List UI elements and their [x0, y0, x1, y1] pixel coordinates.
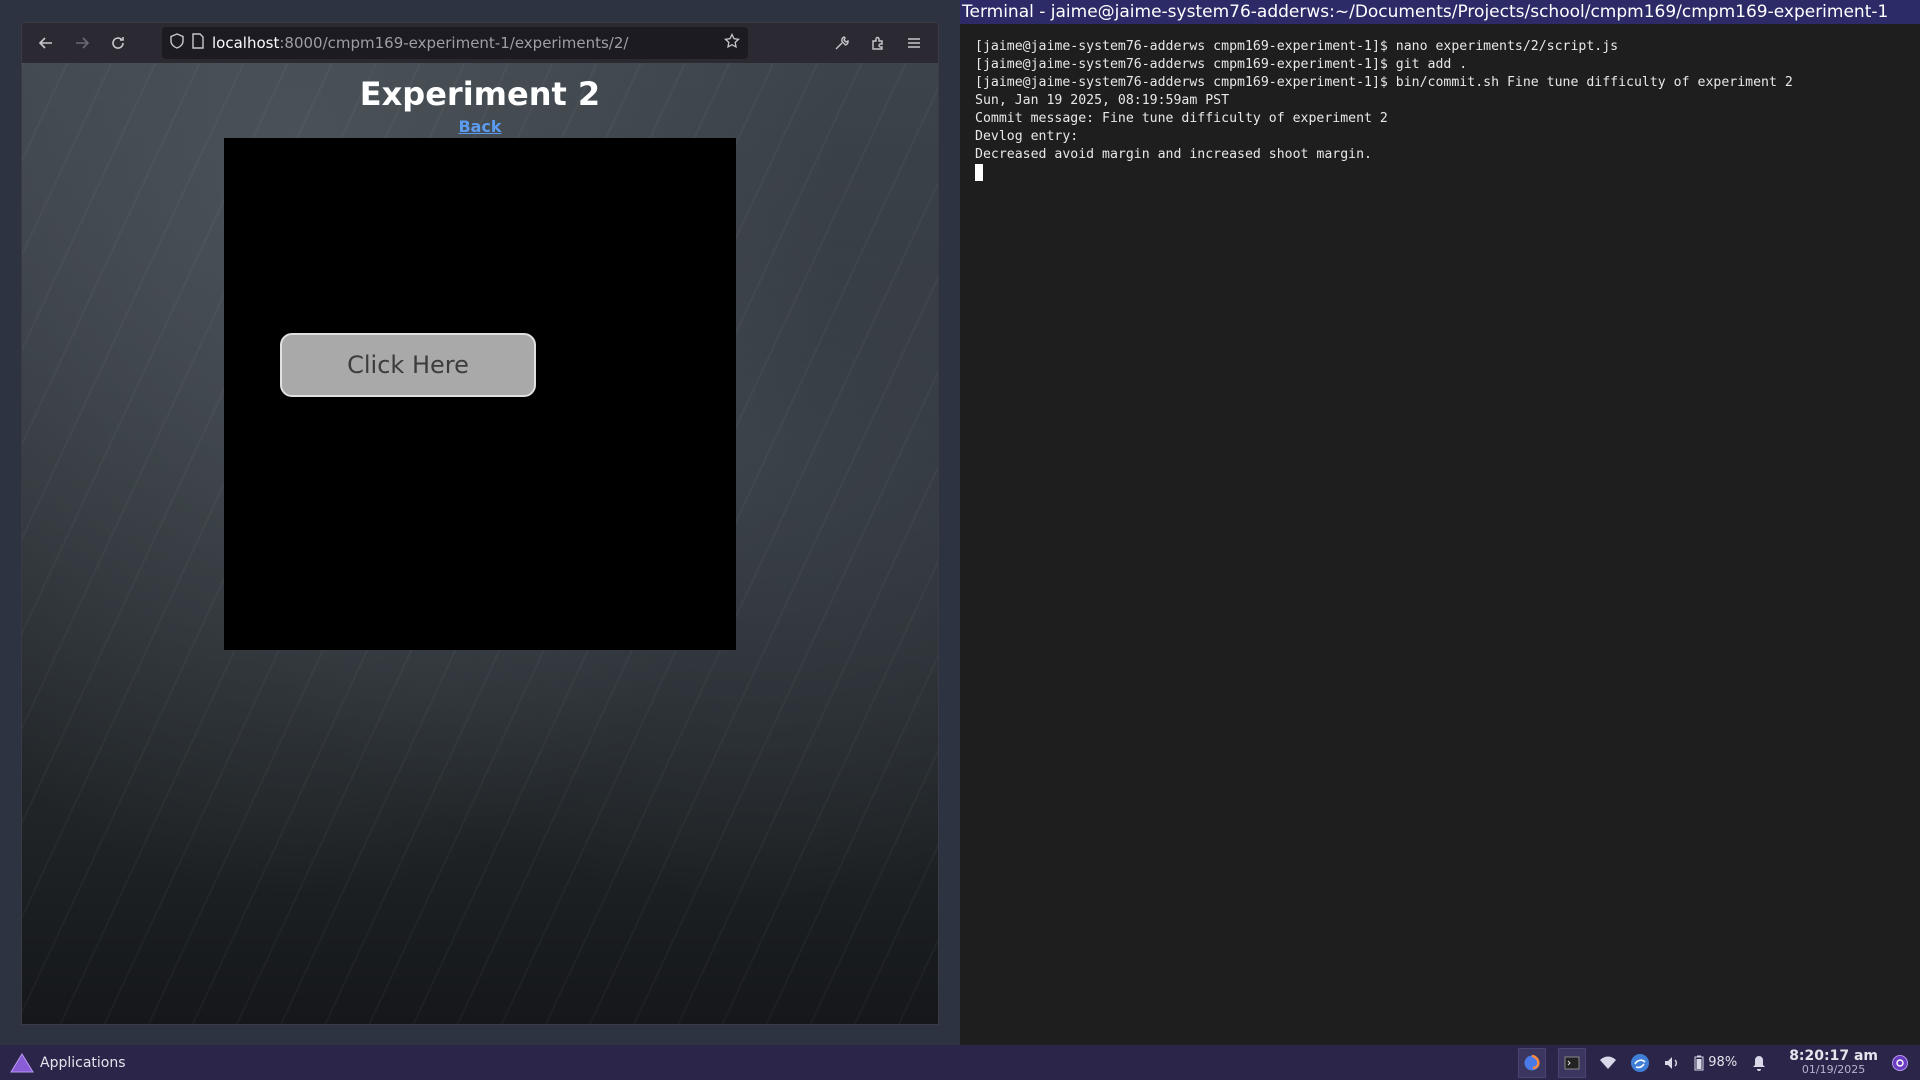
- click-here-button[interactable]: Click Here: [280, 333, 536, 397]
- applications-menu[interactable]: Applications: [10, 1052, 126, 1073]
- terminal-taskbar-icon[interactable]: [1558, 1047, 1587, 1078]
- battery-percent: 98%: [1708, 1055, 1738, 1070]
- update-notifier-icon[interactable]: [1630, 1053, 1650, 1073]
- terminal-line: Decreased avoid margin and increased sho…: [975, 147, 1372, 162]
- menu-icon[interactable]: [898, 27, 930, 59]
- url-path: :8000/cmpm169-experiment-1/experiments/2…: [279, 34, 629, 52]
- browser-toolbar: localhost:8000/cmpm169-experiment-1/expe…: [22, 23, 938, 63]
- terminal-line: [jaime@jaime-system76-adderws cmpm169-ex…: [975, 39, 1619, 54]
- volume-icon[interactable]: [1662, 1053, 1682, 1073]
- back-arrow-icon[interactable]: [30, 27, 62, 59]
- page-title: Experiment 2: [359, 75, 601, 113]
- terminal-output[interactable]: [jaime@jaime-system76-adderws cmpm169-ex…: [960, 24, 1920, 182]
- battery-indicator[interactable]: 98%: [1694, 1055, 1737, 1071]
- terminal-line: [jaime@jaime-system76-adderws cmpm169-ex…: [975, 57, 1468, 72]
- notification-bell-icon[interactable]: [1749, 1053, 1769, 1073]
- url-host: localhost: [212, 34, 280, 52]
- clock[interactable]: 8:20:17 am 01/19/2025: [1789, 1049, 1878, 1077]
- terminal-line: Devlog entry:: [975, 129, 1079, 144]
- clock-time: 8:20:17 am: [1789, 1047, 1878, 1064]
- forward-arrow-icon[interactable]: [66, 27, 98, 59]
- power-menu-icon[interactable]: [1890, 1053, 1910, 1073]
- page-viewport: Experiment 2 Back Click Here: [22, 63, 938, 1024]
- page-icon[interactable]: [192, 33, 204, 53]
- url-bar[interactable]: localhost:8000/cmpm169-experiment-1/expe…: [162, 27, 748, 59]
- terminal-cursor: [975, 164, 983, 181]
- system-tray: 98% 8:20:17 am 01/19/2025: [1518, 1045, 1920, 1080]
- battery-icon: [1694, 1055, 1704, 1070]
- wifi-icon[interactable]: [1598, 1053, 1618, 1073]
- taskbar: Applications 98% 8:20:17 am 01/19/2025: [0, 1045, 1920, 1080]
- clock-date: 01/19/2025: [1801, 1062, 1866, 1076]
- firefox-taskbar-icon[interactable]: [1518, 1047, 1547, 1078]
- terminal-window[interactable]: Terminal - jaime@jaime-system76-adderws:…: [960, 0, 1920, 1045]
- applications-label: Applications: [40, 1054, 126, 1071]
- wrench-icon[interactable]: [826, 27, 858, 59]
- terminal-line: Commit message: Fine tune difficulty of …: [975, 111, 1388, 126]
- reload-icon[interactable]: [102, 27, 134, 59]
- browser-window: localhost:8000/cmpm169-experiment-1/expe…: [21, 22, 939, 1025]
- extensions-icon[interactable]: [862, 27, 894, 59]
- terminal-title: Terminal - jaime@jaime-system76-adderws:…: [960, 0, 1920, 24]
- game-canvas[interactable]: Click Here: [224, 138, 736, 650]
- back-link[interactable]: Back: [22, 117, 938, 136]
- applications-logo-icon: [10, 1052, 34, 1072]
- terminal-line: [jaime@jaime-system76-adderws cmpm169-ex…: [975, 75, 1793, 90]
- shield-icon[interactable]: [170, 33, 184, 53]
- star-icon[interactable]: [724, 32, 740, 53]
- terminal-line: Sun, Jan 19 2025, 08:19:59am PST: [975, 93, 1230, 108]
